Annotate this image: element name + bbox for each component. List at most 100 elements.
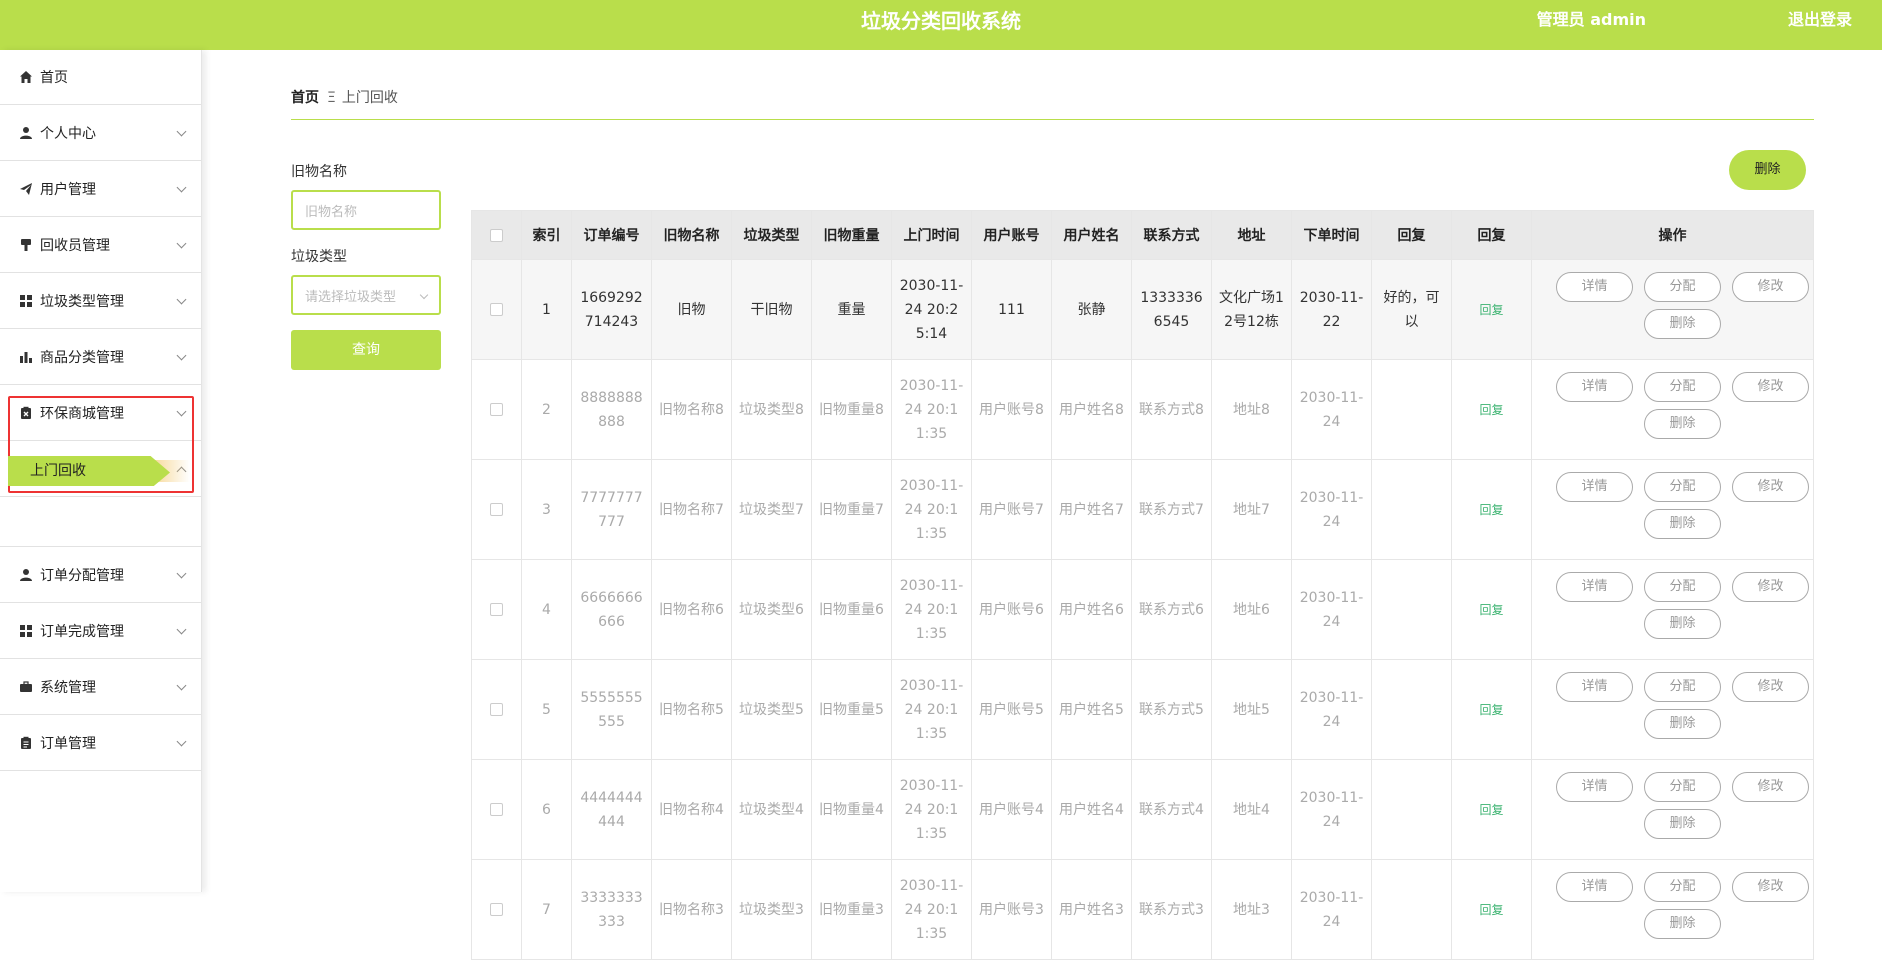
edit-button[interactable]: 修改: [1732, 772, 1809, 802]
breadcrumb-home[interactable]: 首页: [291, 90, 319, 106]
edit-button[interactable]: 修改: [1732, 372, 1809, 402]
sidebar-item-2[interactable]: 用户管理: [0, 161, 201, 217]
detail-button[interactable]: 详情: [1556, 272, 1633, 302]
assign-button[interactable]: 分配: [1644, 572, 1721, 602]
row-checkbox[interactable]: [490, 403, 503, 416]
assign-button[interactable]: 分配: [1644, 272, 1721, 302]
sidebar-item-10[interactable]: 系统管理: [0, 659, 201, 715]
detail-button[interactable]: 详情: [1556, 372, 1633, 402]
sidebar-item-4[interactable]: 垃圾类型管理: [0, 273, 201, 329]
assign-button[interactable]: 分配: [1644, 372, 1721, 402]
assign-button[interactable]: 分配: [1644, 872, 1721, 902]
batch-delete-button[interactable]: 删除: [1729, 150, 1806, 190]
sidebar-item-3[interactable]: 回收员管理: [0, 217, 201, 273]
table-cell: 1669292714243: [571, 259, 652, 360]
sidebar-item-8[interactable]: 订单分配管理: [0, 547, 201, 603]
table-cell: 旧物名称3: [651, 859, 732, 960]
reply-cell: 回复: [1451, 759, 1532, 860]
edit-button[interactable]: 修改: [1732, 672, 1809, 702]
home-icon: [18, 69, 34, 85]
edit-button[interactable]: 修改: [1732, 872, 1809, 902]
sidebar-item-label: 用户管理: [40, 181, 96, 198]
reply-link[interactable]: 回复: [1479, 803, 1503, 817]
delete-button[interactable]: 删除: [1644, 809, 1721, 839]
query-button[interactable]: 查询: [291, 330, 441, 370]
reply-link[interactable]: 回复: [1479, 303, 1503, 317]
row-checkbox[interactable]: [490, 503, 503, 516]
detail-button[interactable]: 详情: [1556, 572, 1633, 602]
edit-button[interactable]: 修改: [1732, 572, 1809, 602]
delete-button[interactable]: 删除: [1644, 909, 1721, 939]
column-header: 旧物重量: [811, 210, 892, 260]
table-cell: 2030-11-24 20:11:35: [891, 859, 972, 960]
detail-button[interactable]: 详情: [1556, 772, 1633, 802]
table-cell: 旧物名称5: [651, 659, 732, 760]
sidebar-item-5[interactable]: 商品分类管理: [0, 329, 201, 385]
table-cell: 7777777777: [571, 459, 652, 560]
table-cell: [1371, 759, 1452, 860]
chevron-down-icon: [176, 294, 187, 304]
delete-button[interactable]: 删除: [1644, 709, 1721, 739]
sidebar-item-11[interactable]: 订单管理: [0, 715, 201, 771]
column-header: 下单时间: [1291, 210, 1372, 260]
row-checkbox[interactable]: [490, 703, 503, 716]
select-all-checkbox[interactable]: [490, 228, 503, 242]
chevron-down-icon: [176, 238, 187, 248]
table-cell: 用户账号3: [971, 859, 1052, 960]
sidebar-item-label: 垃圾类型管理: [40, 293, 124, 310]
reply-link[interactable]: 回复: [1479, 903, 1503, 917]
table-cell: 2030-11-24 20:25:14: [891, 259, 972, 360]
detail-button[interactable]: 详情: [1556, 472, 1633, 502]
sidebar-item-label: 首页: [40, 70, 68, 86]
reply-cell: 回复: [1451, 659, 1532, 760]
row-checkbox[interactable]: [490, 603, 503, 616]
table-cell: [1371, 859, 1452, 960]
clipboard-icon: [18, 735, 34, 751]
table-cell: 旧物: [651, 259, 732, 360]
edit-button[interactable]: 修改: [1732, 272, 1809, 302]
sidebar-subitem-door-recycle[interactable]: 上门回收: [8, 456, 170, 486]
table-cell: 1: [521, 259, 572, 360]
table-cell: 4444444444: [571, 759, 652, 860]
table-cell: 旧物重量3: [811, 859, 892, 960]
assign-button[interactable]: 分配: [1644, 772, 1721, 802]
edit-button[interactable]: 修改: [1732, 472, 1809, 502]
table-cell: 用户账号6: [971, 559, 1052, 660]
column-header: 地址: [1211, 210, 1292, 260]
table-cell: 用户账号7: [971, 459, 1052, 560]
row-actions: 详情 分配 修改 删除: [1538, 860, 1809, 959]
column-header: 垃圾类型: [731, 210, 812, 260]
sidebar-item-9[interactable]: 订单完成管理: [0, 603, 201, 659]
sidebar-item-1[interactable]: 个人中心: [0, 105, 201, 161]
table-cell: 2030-11-24 20:11:35: [891, 459, 972, 560]
reply-link[interactable]: 回复: [1479, 503, 1503, 517]
delete-button[interactable]: 删除: [1644, 309, 1721, 339]
logout-button[interactable]: 退出登录: [1788, 0, 1852, 40]
assign-button[interactable]: 分配: [1644, 672, 1721, 702]
detail-button[interactable]: 详情: [1556, 872, 1633, 902]
sidebar-item-0[interactable]: 首页: [0, 50, 201, 105]
row-checkbox[interactable]: [490, 803, 503, 816]
delete-button[interactable]: 删除: [1644, 409, 1721, 439]
delete-button[interactable]: 删除: [1644, 609, 1721, 639]
row-select-cell: [471, 459, 522, 560]
column-header: 回复: [1451, 210, 1532, 260]
name-search-input[interactable]: 旧物名称: [291, 190, 441, 230]
grid-icon: [18, 623, 34, 639]
row-checkbox[interactable]: [490, 903, 503, 916]
reply-link[interactable]: 回复: [1479, 403, 1503, 417]
delete-button[interactable]: 删除: [1644, 509, 1721, 539]
assign-button[interactable]: 分配: [1644, 472, 1721, 502]
table-cell: 垃圾类型5: [731, 659, 812, 760]
row-checkbox[interactable]: [490, 303, 503, 316]
table-cell: 2030-11-24: [1291, 459, 1372, 560]
table-cell: 旧物名称6: [651, 559, 732, 660]
detail-button[interactable]: 详情: [1556, 672, 1633, 702]
reply-link[interactable]: 回复: [1479, 703, 1503, 717]
table-cell: 5: [521, 659, 572, 760]
type-select[interactable]: 请选择垃圾类型: [291, 275, 441, 315]
reply-cell: 回复: [1451, 859, 1532, 960]
reply-link[interactable]: 回复: [1479, 603, 1503, 617]
table-cell: 旧物重量4: [811, 759, 892, 860]
briefcase-icon: [18, 679, 34, 695]
